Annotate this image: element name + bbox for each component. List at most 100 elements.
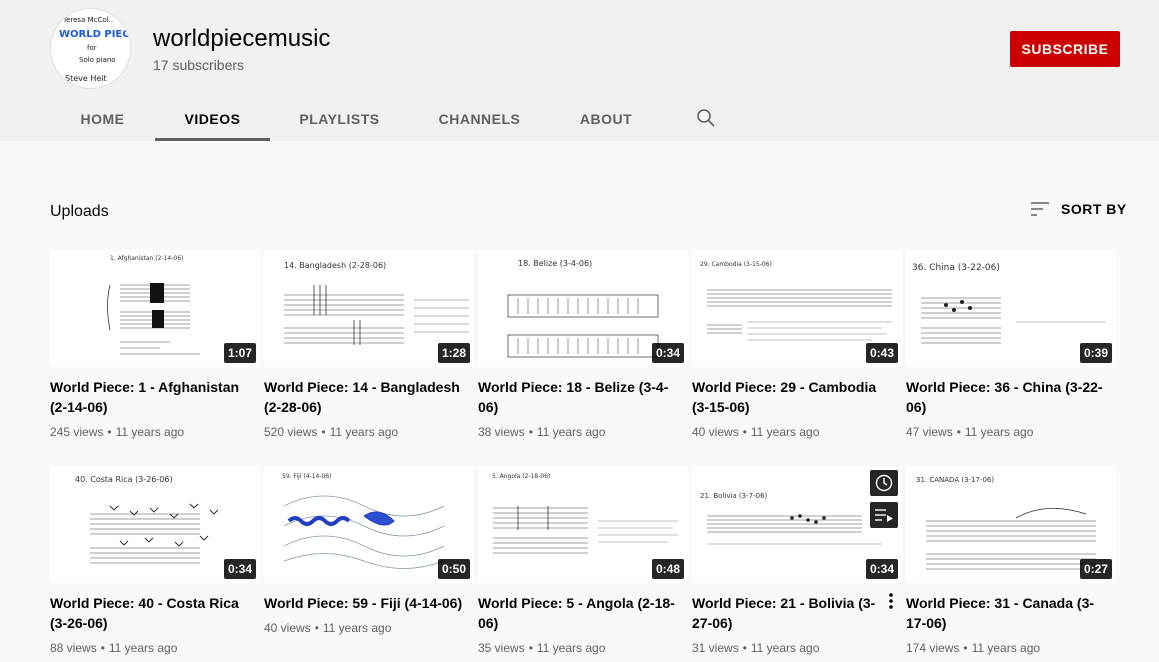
queue-icon — [875, 509, 893, 522]
meta-separator: • — [321, 425, 326, 439]
add-to-queue-button[interactable] — [870, 502, 898, 528]
video-card[interactable]: 40. Costa Rica (3-26-06) 0:34 World Piec… — [50, 466, 260, 657]
video-duration: 0:48 — [651, 559, 684, 579]
view-count: 38 views — [478, 425, 525, 439]
video-thumbnail[interactable]: 18. Belize (3-4-06) 0:34 — [478, 250, 688, 367]
subscribe-button[interactable]: SUBSCRIBE — [1010, 31, 1120, 67]
view-count: 245 views — [50, 425, 104, 439]
thumbnail-caption: 36. China (3-22-06) — [912, 263, 1000, 273]
video-duration: 0:34 — [651, 343, 684, 363]
video-card[interactable]: 5. Angola (2-18-06) 0:48 World Piece: 5 … — [478, 466, 688, 657]
channel-header: Teresa McCol.. WORLD PIEC for Solo piano… — [0, 0, 1159, 141]
video-duration: 0:34 — [865, 559, 898, 579]
view-count: 520 views — [264, 425, 318, 439]
sort-by-button[interactable]: SORT BY — [1031, 201, 1127, 217]
video-meta: 38 views • 11 years ago — [478, 423, 688, 441]
video-duration: 1:28 — [437, 343, 470, 363]
subscriber-count: 17 subscribers — [153, 57, 245, 73]
meta-separator: • — [107, 425, 112, 439]
meta-separator: • — [742, 641, 747, 655]
meta-separator: • — [528, 425, 533, 439]
video-thumbnail[interactable]: 14. Bangladesh (2-28-06) 1:28 — [264, 250, 474, 367]
view-count: 40 views — [692, 425, 739, 439]
upload-age: 11 years ago — [322, 621, 392, 635]
video-card[interactable]: 59. Fiji (4-14-06) 0:50 World Piece: 59 … — [264, 466, 474, 637]
video-thumbnail[interactable]: 29. Cambodia (3-15-06) 0:43 — [692, 250, 902, 367]
thumbnail-caption: 18. Belize (3-4-06) — [518, 259, 592, 268]
video-title[interactable]: World Piece: 31 - Canada (3-17-06) — [906, 593, 1106, 633]
avatar-logo-text: Solo piano — [79, 56, 116, 64]
video-thumbnail[interactable]: 59. Fiji (4-14-06) 0:50 — [264, 466, 474, 583]
video-title[interactable]: World Piece: 29 - Cambodia (3-15-06) — [692, 377, 892, 417]
video-title[interactable]: World Piece: 59 - Fiji (4-14-06) — [264, 593, 464, 613]
tab-about[interactable]: ABOUT — [550, 96, 662, 141]
meta-separator: • — [314, 621, 319, 635]
view-count: 88 views — [50, 641, 97, 655]
video-thumbnail[interactable]: 21. Bolivia (3-7-06) 0:34 — [692, 466, 902, 583]
upload-age: 11 years ago — [536, 641, 606, 655]
video-duration: 0:39 — [1079, 343, 1112, 363]
video-card[interactable]: 1. Afghanistan (2-14-06) 1:07 World Piec… — [50, 250, 260, 441]
video-thumbnail[interactable]: 36. China (3-22-06) 0:39 — [906, 250, 1116, 367]
video-card[interactable]: 29. Cambodia (3-15-06) 0:43 World Piece:… — [692, 250, 902, 441]
video-thumbnail[interactable]: 1. Afghanistan (2-14-06) 1:07 — [50, 250, 260, 367]
tab-videos[interactable]: VIDEOS — [155, 96, 270, 141]
video-title[interactable]: World Piece: 18 - Belize (3-4-06) — [478, 377, 678, 417]
upload-age: 11 years ago — [750, 641, 820, 655]
tab-channels[interactable]: CHANNELS — [409, 96, 550, 141]
avatar-logo-text: WORLD PIEC — [59, 29, 130, 40]
video-meta: 88 views • 11 years ago — [50, 639, 260, 657]
video-meta: 40 views • 11 years ago — [264, 619, 474, 637]
upload-age: 11 years ago — [108, 641, 178, 655]
video-duration: 0:50 — [437, 559, 470, 579]
video-card[interactable]: 18. Belize (3-4-06) 0:34 World Piece: 18… — [478, 250, 688, 441]
thumbnail-caption: 59. Fiji (4-14-06) — [282, 473, 331, 480]
view-count: 40 views — [264, 621, 311, 635]
tab-playlists[interactable]: PLAYLISTS — [270, 96, 409, 141]
video-duration: 0:34 — [223, 559, 256, 579]
video-title[interactable]: World Piece: 21 - Bolivia (3-27-06) — [692, 593, 892, 633]
upload-age: 11 years ago — [329, 425, 399, 439]
video-card-hovered[interactable]: 21. Bolivia (3-7-06) 0:34 World Piece: 2… — [692, 466, 902, 657]
video-duration: 1:07 — [223, 343, 256, 363]
video-card[interactable]: 36. China (3-22-06) 0:39 World Piece: 36… — [906, 250, 1116, 441]
tab-home[interactable]: HOME — [50, 96, 155, 141]
thumbnail-caption: 29. Cambodia (3-15-06) — [700, 261, 772, 268]
video-thumbnail[interactable]: 31. CANADA (3-17-06) 0:27 — [906, 466, 1116, 583]
video-meta: 35 views • 11 years ago — [478, 639, 688, 657]
channel-avatar[interactable]: Teresa McCol.. WORLD PIEC for Solo piano… — [50, 8, 131, 89]
thumbnail-caption: 14. Bangladesh (2-28-06) — [284, 261, 386, 270]
channel-name: worldpiecemusic — [153, 25, 331, 52]
meta-separator: • — [956, 425, 961, 439]
thumbnail-caption: 40. Costa Rica (3-26-06) — [75, 475, 173, 484]
view-count: 47 views — [906, 425, 953, 439]
video-title[interactable]: World Piece: 36 - China (3-22-06) — [906, 377, 1106, 417]
video-thumbnail[interactable]: 5. Angola (2-18-06) 0:48 — [478, 466, 688, 583]
video-title[interactable]: World Piece: 1 - Afghanistan (2-14-06) — [50, 377, 250, 417]
avatar-logo-text: for — [87, 44, 97, 52]
sort-icon — [1031, 202, 1049, 216]
meta-separator: • — [742, 425, 747, 439]
video-card[interactable]: 31. CANADA (3-17-06) 0:27 World Piece: 3… — [906, 466, 1116, 657]
video-duration: 0:43 — [865, 343, 898, 363]
meta-separator: • — [528, 641, 533, 655]
video-title[interactable]: World Piece: 14 - Bangladesh (2-28-06) — [264, 377, 464, 417]
video-thumbnail[interactable]: 40. Costa Rica (3-26-06) 0:34 — [50, 466, 260, 583]
video-card[interactable]: 14. Bangladesh (2-28-06) 1:28 World Piec… — [264, 250, 474, 441]
upload-age: 11 years ago — [971, 641, 1041, 655]
upload-age: 11 years ago — [536, 425, 606, 439]
upload-age: 11 years ago — [964, 425, 1034, 439]
view-count: 174 views — [906, 641, 960, 655]
video-duration: 0:27 — [1079, 559, 1112, 579]
avatar-logo-text: Steve Heit — [65, 74, 107, 83]
search-icon[interactable] — [696, 108, 716, 128]
thumbnail-caption: 31. CANADA (3-17-06) — [916, 476, 994, 484]
meta-separator: • — [963, 641, 968, 655]
video-title[interactable]: World Piece: 5 - Angola (2-18-06) — [478, 593, 678, 633]
meta-separator: • — [100, 641, 105, 655]
video-title[interactable]: World Piece: 40 - Costa Rica (3-26-06) — [50, 593, 250, 633]
more-vert-icon[interactable] — [888, 592, 894, 610]
watch-later-button[interactable] — [870, 470, 898, 496]
video-meta: 245 views • 11 years ago — [50, 423, 260, 441]
thumbnail-caption: 1. Afghanistan (2-14-06) — [110, 255, 183, 262]
